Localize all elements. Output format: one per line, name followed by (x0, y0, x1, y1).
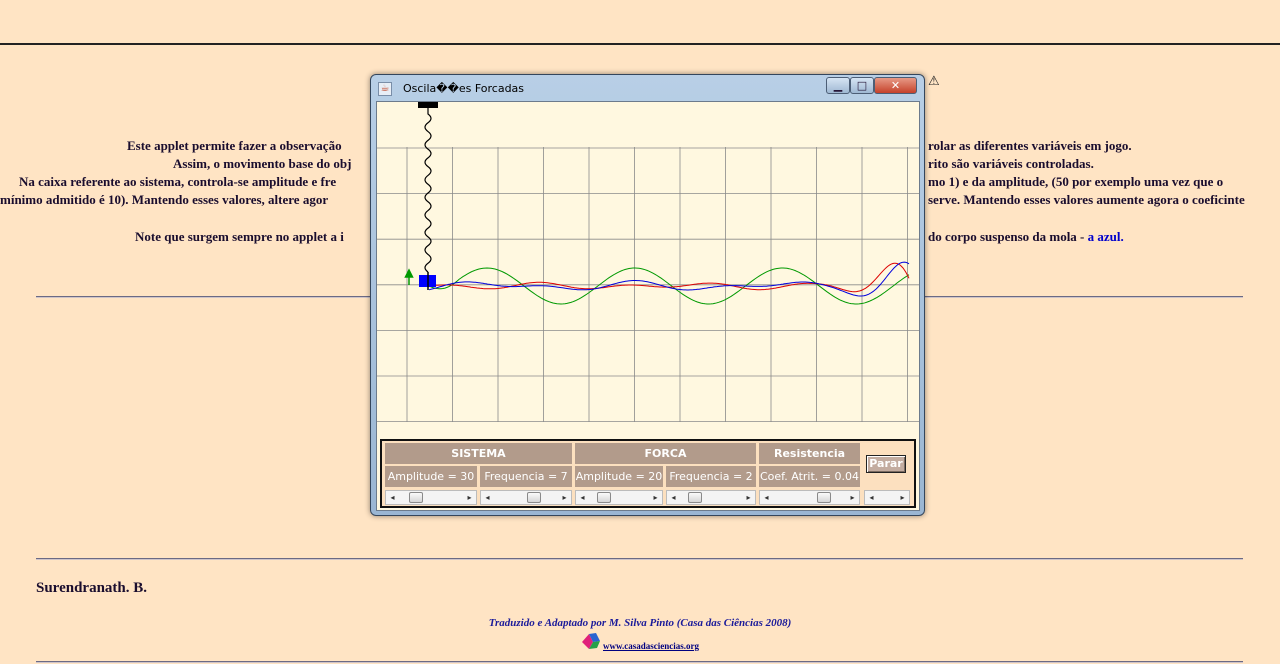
minimize-button[interactable]: ▁ (826, 77, 850, 94)
author-name: Surendranath. B. (36, 580, 148, 596)
slider-thumb[interactable] (597, 492, 611, 503)
site-link[interactable]: www.casadasciencias.org (603, 641, 699, 651)
slider-left-arrow-icon[interactable]: ◂ (481, 491, 494, 504)
paragraph-line-4: mínimo admitido é 10). Mantendo esses va… (0, 192, 329, 207)
window-title: Oscila��es Forcadas (403, 82, 525, 95)
slider-left-arrow-icon[interactable]: ◂ (667, 491, 680, 504)
bottom-divider (36, 661, 1243, 663)
credits-text: Traduzido e Adaptado por M. Silva Pinto … (488, 617, 792, 629)
note-highlight-blue: a azul. (1087, 229, 1124, 244)
warning-triangle-icon: ⚠ (928, 74, 940, 89)
slider-thumb[interactable] (409, 492, 423, 503)
java-cup-icon: ☕ (378, 82, 392, 96)
paragraph-line-3-right: mo 1) e da amplitude, (50 por exemplo um… (928, 174, 1224, 189)
paragraph-line-2: Assim, o movimento base do obj (173, 156, 352, 171)
paragraph-line-1: Este applet permite fazer a observação (127, 138, 342, 153)
forca-frequencia-slider[interactable]: ◂ ▸ (666, 490, 756, 505)
window-titlebar[interactable]: ☕ Oscila��es Forcadas ▁ □ ✕ (371, 75, 924, 101)
sistema-amplitude-label: Amplitude = 30 (385, 466, 477, 487)
stop-button[interactable]: Parar (866, 455, 906, 473)
casadasciencias-logo-icon (582, 633, 600, 649)
close-button[interactable]: ✕ (874, 77, 917, 94)
body-curve (428, 261, 910, 297)
spring (424, 108, 432, 273)
slider-right-arrow-icon[interactable]: ▸ (846, 491, 859, 504)
paragraph-line-4-right: serve. Mantendo esses valores aumente ag… (928, 192, 1245, 207)
slider-thumb[interactable] (527, 492, 541, 503)
sistema-amplitude-slider[interactable]: ◂ ▸ (385, 490, 477, 505)
maximize-button[interactable]: □ (850, 77, 874, 94)
slider-thumb[interactable] (817, 492, 831, 503)
slider-right-arrow-icon[interactable]: ▸ (558, 491, 571, 504)
paragraph-line-1-right: rolar as diferentes variáveis em jogo. (928, 138, 1132, 153)
coef-atrito-label: Coef. Atrit. = 0.04 (759, 466, 860, 487)
slider-right-arrow-icon[interactable]: ▸ (896, 491, 909, 504)
divider (36, 558, 1243, 560)
forca-amplitude-slider[interactable]: ◂ ▸ (575, 490, 663, 505)
slider-right-arrow-icon[interactable]: ▸ (742, 491, 755, 504)
extra-slider[interactable]: ◂ ▸ (864, 490, 910, 505)
sistema-header: SISTEMA (385, 443, 572, 464)
simulation-canvas: SISTEMA FORCA Resistencia Amplitude = 30… (376, 101, 920, 511)
forca-frequencia-label: Frequencia = 2 (666, 466, 756, 487)
forca-header: FORCA (575, 443, 756, 464)
force-arrow-icon (404, 268, 414, 285)
slider-left-arrow-icon[interactable]: ◂ (386, 491, 399, 504)
note-line: Note que surgem sempre no applet a i (135, 229, 344, 244)
paragraph-line-2-right: rito são variáveis controladas. (928, 156, 1094, 171)
sistema-frequencia-label: Frequencia = 7 (480, 466, 572, 487)
note-right-text: do corpo suspenso da mola - (928, 229, 1088, 244)
slider-thumb[interactable] (688, 492, 702, 503)
paragraph-line-3: Na caixa referente ao sistema, controla-… (19, 174, 337, 189)
note-line-right: do corpo suspenso da mola - a azul. (928, 229, 1124, 245)
slider-left-arrow-icon[interactable]: ◂ (576, 491, 589, 504)
slider-right-arrow-icon[interactable]: ▸ (463, 491, 476, 504)
forca-amplitude-label: Amplitude = 20 (575, 466, 663, 487)
slider-left-arrow-icon[interactable]: ◂ (865, 491, 878, 504)
applet-window: ☕ Oscila��es Forcadas ▁ □ ✕ SISTEMA FORC… (370, 74, 925, 516)
coef-atrito-slider[interactable]: ◂ ▸ (759, 490, 860, 505)
grid (377, 147, 919, 423)
control-panel: SISTEMA FORCA Resistencia Amplitude = 30… (380, 439, 916, 508)
top-divider (0, 43, 1280, 45)
slider-right-arrow-icon[interactable]: ▸ (649, 491, 662, 504)
spring-support (418, 102, 438, 108)
slider-left-arrow-icon[interactable]: ◂ (760, 491, 773, 504)
sistema-frequencia-slider[interactable]: ◂ ▸ (480, 490, 572, 505)
resistencia-header: Resistencia (759, 443, 860, 464)
